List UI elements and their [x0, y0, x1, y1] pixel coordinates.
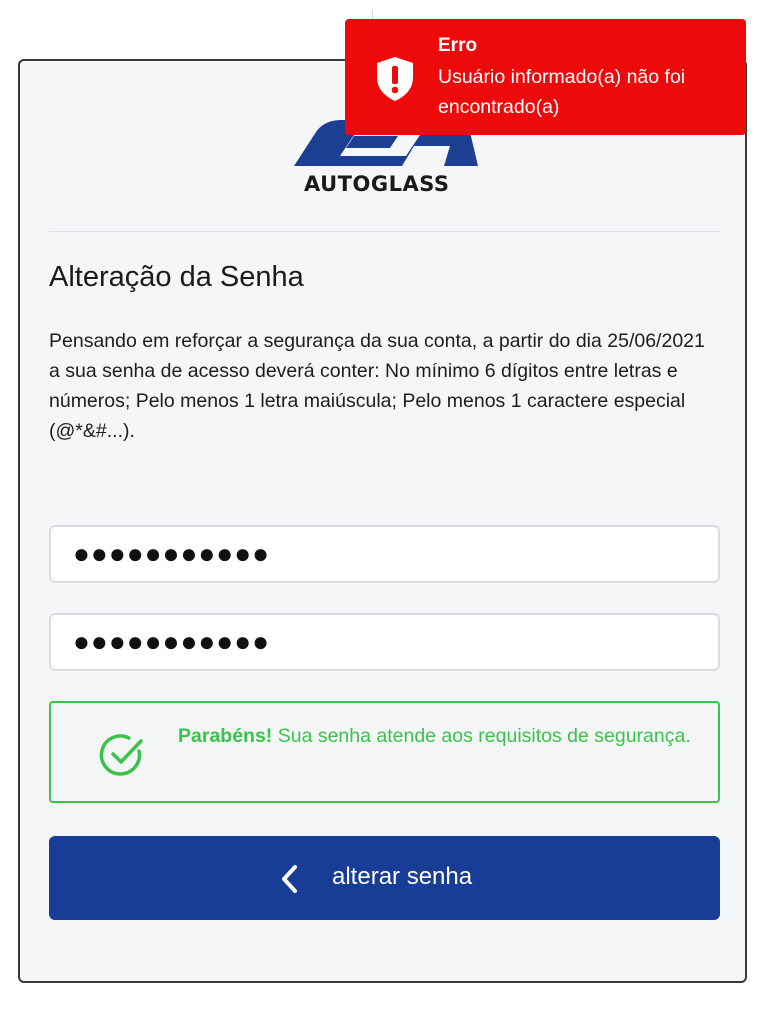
- new-password-input[interactable]: ●●●●●●●●●●●: [49, 525, 720, 583]
- change-password-button-label: alterar senha: [332, 863, 473, 890]
- shield-alert-icon: [377, 57, 413, 101]
- check-circle-icon: [99, 734, 143, 776]
- password-requirements-text: Pensando em reforçar a segurança da sua …: [49, 330, 705, 442]
- password-change-card: AUTOGLASS Alteração da Senha Pensando em…: [18, 59, 747, 983]
- toast-message: Usuário informado(a) não foi encontrado(…: [438, 66, 686, 118]
- error-toast[interactable]: Erro Usuário informado(a) não foi encont…: [345, 19, 746, 135]
- change-password-button[interactable]: alterar senha: [49, 836, 720, 920]
- confirm-password-input[interactable]: ●●●●●●●●●●●: [49, 613, 720, 671]
- chevron-left-icon: [282, 865, 297, 893]
- toast-title: Erro: [438, 35, 478, 56]
- password-success-alert: Parabéns! Sua senha atende aos requisito…: [49, 701, 720, 803]
- success-strong: Parabéns!: [178, 725, 273, 747]
- page: AUTOGLASS Alteração da Senha Pensando em…: [0, 0, 768, 1024]
- success-message: Parabéns! Sua senha atende aos requisito…: [178, 721, 698, 751]
- header-divider: [49, 231, 720, 232]
- logo-wordmark: AUTOGLASS: [304, 172, 450, 196]
- success-body: Sua senha atende aos requisitos de segur…: [272, 725, 691, 747]
- page-title: Alteração da Senha: [49, 261, 304, 293]
